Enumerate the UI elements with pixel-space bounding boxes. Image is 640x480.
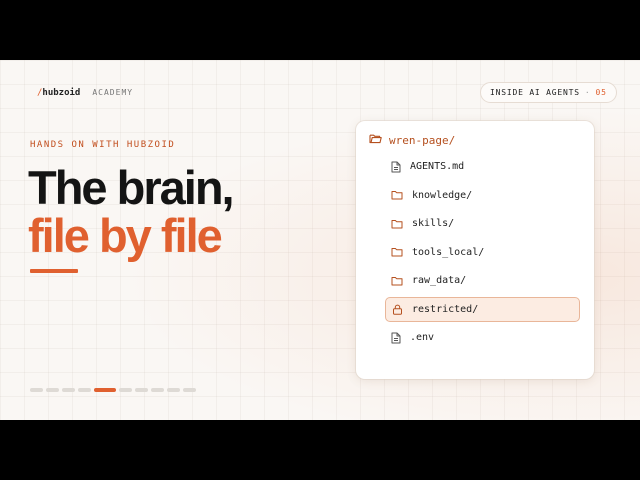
folder-icon: [391, 190, 412, 200]
folder-icon: [391, 247, 412, 257]
tree-item[interactable]: raw_data/: [385, 268, 580, 293]
title-line-1: The brain,: [28, 161, 235, 214]
series-separator: ·: [584, 88, 591, 97]
folder-icon: [391, 276, 412, 286]
file-icon: [391, 161, 410, 173]
folder-icon: [391, 219, 412, 229]
tree-item[interactable]: skills/: [385, 211, 580, 236]
tree-item-label: .env: [410, 332, 435, 343]
tree-item[interactable]: tools_local/: [385, 240, 580, 265]
tree-item-label: AGENTS.md: [410, 161, 465, 172]
slide: / hubzoid ACADEMY INSIDE AI AGENTS · 05 …: [0, 60, 640, 420]
progress-dot: [151, 388, 164, 392]
file-icon: [391, 332, 410, 344]
series-label: INSIDE AI AGENTS: [490, 88, 580, 97]
tree-item-label: knowledge/: [412, 189, 473, 201]
progress-dot: [135, 388, 148, 392]
progress-dot: [62, 388, 75, 392]
episode-number: 05: [595, 88, 607, 97]
series-pill: INSIDE AI AGENTS · 05: [480, 82, 617, 103]
video-frame: / hubzoid ACADEMY INSIDE AI AGENTS · 05 …: [0, 0, 640, 480]
tree-item-label: raw_data/: [412, 275, 467, 286]
progress-dot: [167, 388, 180, 392]
brand-academy: ACADEMY: [92, 88, 134, 97]
progress-dot: [30, 388, 43, 392]
progress-dot: [119, 388, 132, 392]
brand-name: hubzoid: [42, 88, 81, 98]
tree-item[interactable]: knowledge/: [385, 183, 580, 208]
folder-open-icon: [369, 133, 389, 147]
progress-dot-active: [94, 388, 116, 392]
tree-item-label: skills/: [412, 218, 455, 229]
title-underline: [30, 269, 78, 273]
lock-icon: [392, 304, 412, 315]
progress-dot: [78, 388, 91, 392]
progress-dots: [30, 388, 196, 392]
tree-root-label: wren-page/: [389, 133, 456, 147]
title-line-2: file by file: [28, 209, 223, 262]
file-tree-panel: wren-page/ AGENTS.md knowledge/skills/too…: [356, 121, 594, 379]
progress-dot: [183, 388, 196, 392]
progress-dot: [46, 388, 59, 392]
tree-item[interactable]: restricted/: [385, 296, 580, 322]
tree-item[interactable]: AGENTS.md: [385, 154, 580, 179]
kicker: HANDS ON WITH HUBZOID: [30, 140, 176, 150]
tree-item-label: tools_local/: [412, 246, 485, 258]
brand-logo: / hubzoid ACADEMY: [37, 88, 133, 98]
tree-item[interactable]: .env: [385, 325, 580, 350]
tree-item-label: restricted/: [412, 303, 479, 315]
tree-root[interactable]: wren-page/: [369, 133, 455, 147]
